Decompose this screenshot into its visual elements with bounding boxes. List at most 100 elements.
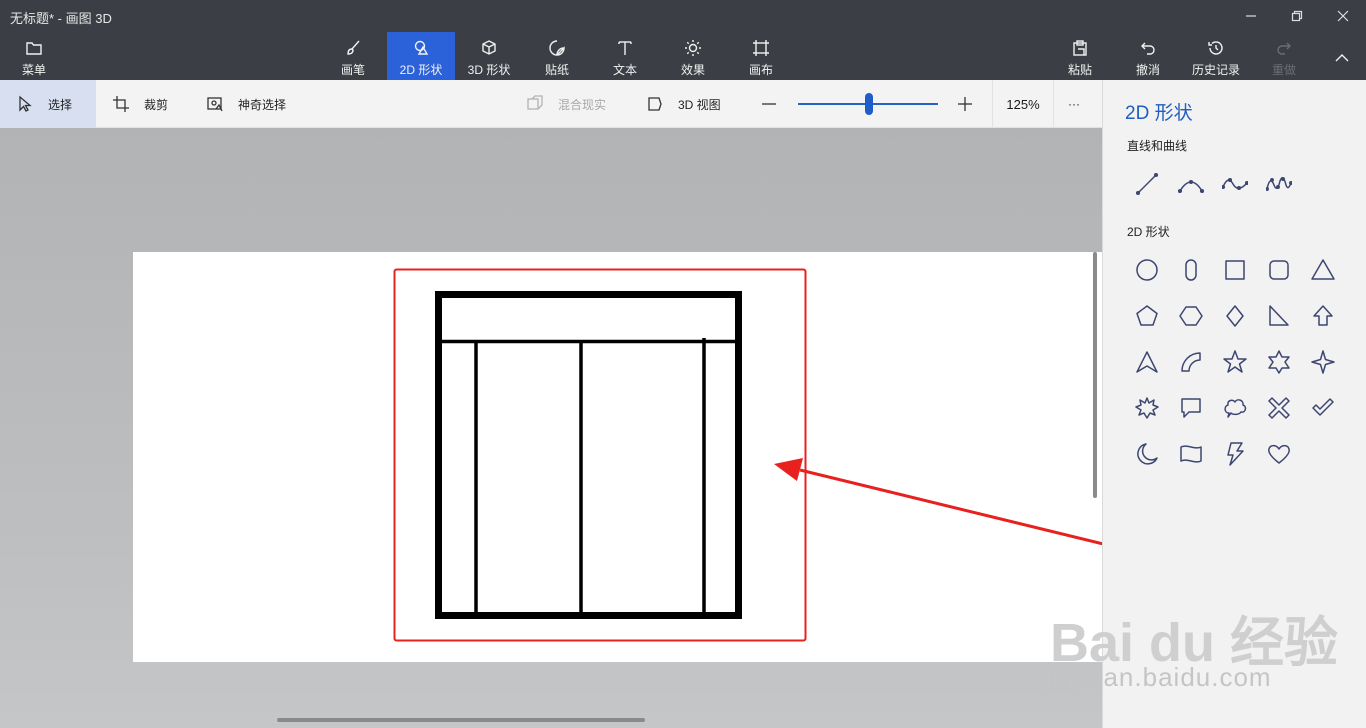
history-icon bbox=[1208, 41, 1223, 55]
zoom-slider-thumb[interactable] bbox=[865, 93, 873, 115]
crop-tool[interactable]: 裁剪 bbox=[112, 80, 168, 128]
tool-label: 贴纸 bbox=[544, 63, 569, 77]
redo-icon bbox=[1277, 42, 1291, 55]
action-label: 重做 bbox=[1271, 63, 1296, 77]
mixed-reality-button[interactable]: 混合现实 bbox=[526, 80, 606, 128]
check-icon[interactable] bbox=[1303, 390, 1343, 426]
view-3d-button[interactable]: 3D 视图 bbox=[646, 80, 721, 128]
hexagon-icon[interactable] bbox=[1171, 298, 1211, 334]
tool-2d-shapes[interactable]: 2D 形状 bbox=[387, 32, 455, 80]
rounded-rect-icon[interactable] bbox=[1171, 252, 1211, 288]
minimize-button[interactable] bbox=[1228, 0, 1274, 32]
more-label: ··· bbox=[1068, 97, 1080, 111]
plus-icon bbox=[958, 97, 972, 111]
view-3d-label: 3D 视图 bbox=[678, 97, 721, 112]
paste-button[interactable]: 粘贴 bbox=[1046, 32, 1114, 80]
redo-button[interactable]: 重做 bbox=[1250, 32, 1318, 80]
quarter-circle-icon[interactable] bbox=[1171, 344, 1211, 380]
collapse-ribbon-button[interactable] bbox=[1318, 32, 1366, 80]
heart-icon[interactable] bbox=[1259, 436, 1299, 472]
magic-select-tool[interactable]: 神奇选择 bbox=[206, 80, 286, 128]
menu-button[interactable]: 菜单 bbox=[0, 32, 68, 80]
burst-icon[interactable] bbox=[1127, 390, 1167, 426]
tool-label: 3D 形状 bbox=[467, 63, 511, 77]
tool-label: 文本 bbox=[612, 63, 637, 77]
circle-icon[interactable] bbox=[1127, 252, 1167, 288]
tool-label: 2D 形状 bbox=[399, 63, 443, 77]
crop-label: 裁剪 bbox=[144, 97, 169, 112]
lines-section-label: 直线和曲线 bbox=[1127, 139, 1188, 153]
panel-title: 2D 形状 bbox=[1125, 103, 1193, 124]
star-4-icon[interactable] bbox=[1303, 344, 1343, 380]
view-3d-icon bbox=[648, 97, 662, 111]
magic-select-icon bbox=[207, 97, 223, 112]
horizontal-scrollbar[interactable] bbox=[277, 718, 645, 722]
star-6-icon[interactable] bbox=[1259, 344, 1299, 380]
shapes-section-label: 2D 形状 bbox=[1127, 225, 1170, 239]
right-triangle-icon[interactable] bbox=[1259, 298, 1299, 334]
undo-button[interactable]: 撤消 bbox=[1114, 32, 1182, 80]
tool-label: 画笔 bbox=[340, 63, 365, 77]
arrowhead-icon[interactable] bbox=[1127, 344, 1167, 380]
line-icon[interactable] bbox=[1127, 166, 1167, 202]
zoom-out-button[interactable] bbox=[760, 80, 778, 128]
shapes-2d-icon bbox=[414, 40, 429, 55]
curve-icon[interactable] bbox=[1171, 166, 1211, 202]
tool-3d-shapes[interactable]: 3D 形状 bbox=[455, 32, 523, 80]
window-title: 无标题* - 画图 3D bbox=[10, 11, 112, 26]
square-icon[interactable] bbox=[1215, 252, 1255, 288]
close-button[interactable] bbox=[1320, 0, 1366, 32]
text-icon bbox=[618, 41, 632, 55]
lightning-icon[interactable] bbox=[1215, 436, 1255, 472]
restore-button[interactable] bbox=[1274, 0, 1320, 32]
menu-label: 菜单 bbox=[21, 63, 46, 77]
tool-stickers[interactable]: 贴纸 bbox=[523, 32, 591, 80]
history-button[interactable]: 历史记录 bbox=[1182, 32, 1250, 80]
action-label: 历史记录 bbox=[1191, 63, 1240, 77]
close-icon bbox=[1337, 10, 1349, 22]
thought-bubble-icon[interactable] bbox=[1215, 390, 1255, 426]
arrow-up-icon[interactable] bbox=[1303, 298, 1343, 334]
tool-brush[interactable]: 画笔 bbox=[319, 32, 387, 80]
tool-canvas[interactable]: 画布 bbox=[727, 32, 795, 80]
zoom-percent[interactable]: 125% bbox=[992, 80, 1054, 128]
more-button[interactable]: ··· bbox=[1068, 80, 1080, 128]
sticker-icon bbox=[549, 40, 565, 56]
select-label: 选择 bbox=[48, 97, 73, 112]
x-icon[interactable] bbox=[1259, 390, 1299, 426]
cube-icon bbox=[482, 40, 496, 55]
tool-text[interactable]: 文本 bbox=[591, 32, 659, 80]
magic-select-label: 神奇选择 bbox=[238, 97, 287, 112]
mixed-reality-label: 混合现实 bbox=[558, 97, 607, 112]
tool-label: 画布 bbox=[748, 63, 773, 77]
paste-icon bbox=[1073, 40, 1087, 56]
restore-icon bbox=[1291, 10, 1303, 22]
star-5-icon[interactable] bbox=[1215, 344, 1255, 380]
two-point-curve-icon[interactable] bbox=[1215, 166, 1255, 202]
select-tool[interactable]: 选择 bbox=[0, 80, 96, 128]
rounded-square-icon[interactable] bbox=[1259, 252, 1299, 288]
crop-icon bbox=[113, 96, 129, 112]
three-point-curve-icon[interactable] bbox=[1259, 166, 1299, 202]
watermark-url: jingyan.baidu.com bbox=[1045, 662, 1272, 692]
canvas-icon bbox=[753, 40, 769, 56]
speech-bubble-icon[interactable] bbox=[1171, 390, 1211, 426]
title-ribbon-bar: 无标题* - 画图 3D 菜单 画笔 2D 形状 3D 形状 贴纸 文本 效果 … bbox=[0, 0, 1366, 80]
vertical-scrollbar[interactable] bbox=[1093, 252, 1097, 498]
tool-label: 效果 bbox=[680, 63, 705, 77]
banner-icon[interactable] bbox=[1171, 436, 1211, 472]
zoom-in-button[interactable] bbox=[956, 80, 974, 128]
triangle-icon[interactable] bbox=[1303, 252, 1343, 288]
drawing-canvas[interactable] bbox=[133, 252, 1102, 662]
mixed-reality-icon bbox=[527, 95, 543, 110]
action-label: 撤消 bbox=[1135, 63, 1160, 77]
minimize-icon bbox=[1246, 15, 1256, 17]
diamond-icon[interactable] bbox=[1215, 298, 1255, 334]
brush-icon bbox=[347, 40, 360, 55]
minus-icon bbox=[762, 103, 776, 105]
moon-icon[interactable] bbox=[1127, 436, 1167, 472]
pentagon-icon[interactable] bbox=[1127, 298, 1167, 334]
action-label: 粘贴 bbox=[1067, 63, 1092, 77]
tool-effects[interactable]: 效果 bbox=[659, 32, 727, 80]
undo-icon bbox=[1141, 42, 1155, 55]
